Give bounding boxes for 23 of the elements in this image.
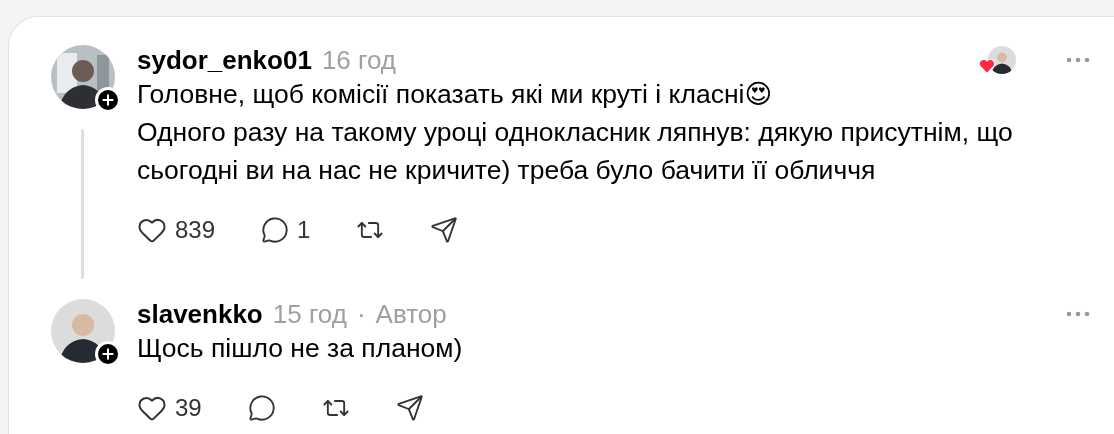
comment-text: Щось пішло не за планом): [137, 332, 464, 365]
author-label: Автор: [375, 298, 447, 330]
timestamp: 15 год: [272, 298, 347, 330]
separator: ·: [356, 298, 366, 330]
more-icon[interactable]: [1066, 311, 1090, 317]
timestamp: 16 год: [321, 44, 396, 76]
like-button[interactable]: 839: [137, 215, 216, 245]
like-button[interactable]: 39: [137, 393, 202, 423]
username[interactable]: sydor_enko01: [137, 44, 312, 76]
share-button[interactable]: [395, 394, 424, 422]
share-button[interactable]: [430, 216, 459, 244]
comment-text: Одного разу на такому уроці однокласник ляпнув: дякую присутнім, що сьогодні ви на нас не кричите) треба було бачити її обличчя: [137, 116, 1014, 187]
comment-text: Головне, щоб комісії показать які ми круті і класні😍: [137, 78, 774, 111]
reply-button[interactable]: [247, 394, 276, 422]
plus-icon: [100, 346, 116, 362]
speech-bubble-icon: [261, 216, 290, 244]
username[interactable]: slavenkko: [137, 298, 263, 330]
paper-plane-icon: [430, 216, 459, 244]
speech-bubble-icon: [247, 394, 276, 422]
paper-plane-icon: [395, 394, 424, 422]
reply-button[interactable]: 1: [261, 216, 311, 244]
more-icon[interactable]: [1066, 57, 1090, 63]
plus-icon: [100, 92, 116, 108]
